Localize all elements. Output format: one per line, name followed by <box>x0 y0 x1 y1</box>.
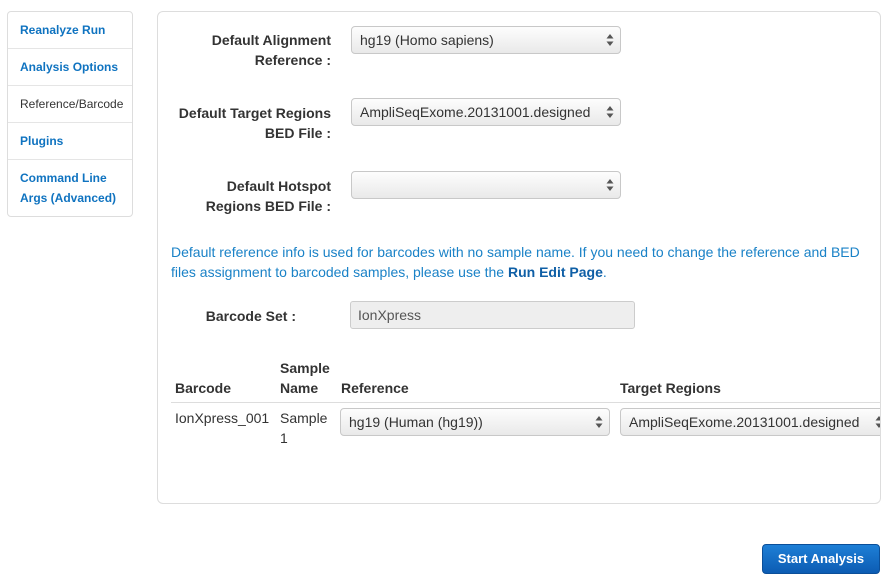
column-header-barcode: Barcode <box>175 380 232 396</box>
reference-barcode-panel: Default Alignment Reference : hg19 (Homo… <box>157 11 881 504</box>
select-arrows-icon <box>606 34 614 46</box>
table-header-divider <box>171 402 880 403</box>
select-arrows-icon <box>875 416 880 428</box>
select-value: AmpliSeqExome.20131001.designed <box>360 104 591 120</box>
sidebar-item-command-line-args[interactable]: Command Line Args (Advanced) <box>8 160 132 216</box>
sidebar-item-reanalyze-run[interactable]: Reanalyze Run <box>8 12 132 49</box>
label-line: Default Target Regions <box>178 105 331 121</box>
sidebar-item-label: Plugins <box>20 134 64 148</box>
label-line: Reference : <box>254 52 331 68</box>
row-target-regions-select[interactable]: AmpliSeqExome.20131001.designed <box>620 408 880 436</box>
sidebar-item-plugins[interactable]: Plugins <box>8 123 132 160</box>
label-line: Regions BED File : <box>205 198 331 214</box>
label-line: Default Alignment <box>211 32 331 48</box>
cell-line: Sample <box>280 410 328 426</box>
target-regions-select[interactable]: AmpliSeqExome.20131001.designed <box>351 98 621 126</box>
select-arrows-icon <box>606 106 614 118</box>
barcode-cell: IonXpress_001 <box>175 410 270 426</box>
sidebar-item-label: Analysis Options <box>20 60 119 74</box>
column-header-target-regions: Target Regions <box>620 380 721 396</box>
sidebar-item-reference-barcode[interactable]: Reference/Barcode <box>8 86 132 123</box>
select-arrows-icon <box>606 179 614 191</box>
cell-line: 1 <box>280 430 288 446</box>
select-value: hg19 (Homo sapiens) <box>360 32 494 48</box>
alignment-reference-label: Default Alignment Reference : <box>171 30 331 70</box>
sidebar-item-label: Reference/Barcode <box>20 97 124 111</box>
barcode-set-label: Barcode Set : <box>205 308 296 324</box>
sidebar-item-label: Reanalyze Run <box>20 23 106 37</box>
alignment-reference-select[interactable]: hg19 (Homo sapiens) <box>351 26 621 54</box>
reference-info-text: Default reference info is used for barco… <box>171 242 871 282</box>
header-line: Name <box>280 380 319 396</box>
label-line: Default Hotspot <box>226 178 331 194</box>
row-reference-select[interactable]: hg19 (Human (hg19)) <box>340 408 610 436</box>
hotspot-regions-label: Default Hotspot Regions BED File : <box>171 176 331 216</box>
label-line: BED File : <box>264 125 331 141</box>
select-value: hg19 (Human (hg19)) <box>349 414 483 430</box>
sidebar-nav: Reanalyze Run Analysis Options Reference… <box>7 11 133 217</box>
column-header-reference: Reference <box>341 380 409 396</box>
target-regions-label: Default Target Regions BED File : <box>171 103 331 143</box>
start-analysis-button[interactable]: Start Analysis <box>762 544 880 574</box>
run-edit-page-link[interactable]: Run Edit Page <box>508 264 603 280</box>
sidebar-item-label: Command Line Args (Advanced) <box>20 171 117 205</box>
header-line: Sample <box>280 360 330 376</box>
sample-name-cell: Sample 1 <box>280 408 327 448</box>
select-arrows-icon <box>595 416 603 428</box>
select-value: AmpliSeqExome.20131001.designed <box>629 414 860 430</box>
barcode-set-field[interactable]: IonXpress <box>350 301 635 329</box>
info-suffix: . <box>602 264 607 280</box>
sidebar-item-analysis-options[interactable]: Analysis Options <box>8 49 132 86</box>
column-header-sample-name: Sample Name <box>280 358 330 398</box>
hotspot-regions-select[interactable] <box>351 171 621 199</box>
